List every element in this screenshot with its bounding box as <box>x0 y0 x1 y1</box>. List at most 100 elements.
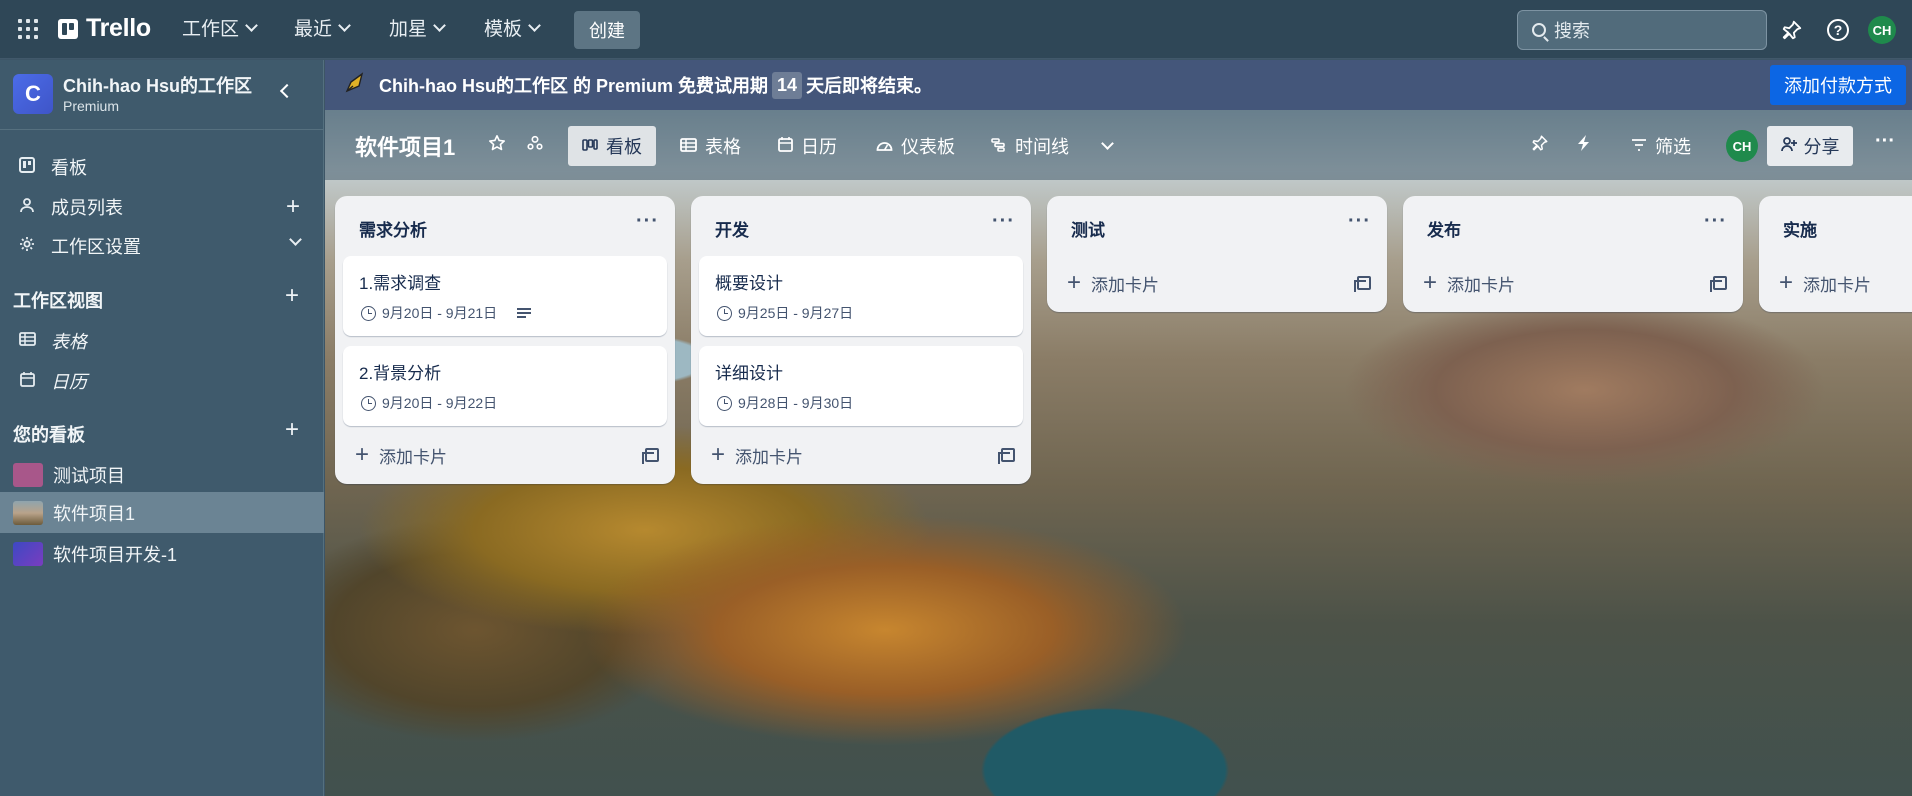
create-from-template-icon[interactable] <box>1710 276 1727 292</box>
help-icon[interactable]: ? <box>1827 19 1849 41</box>
person-icon <box>18 197 36 217</box>
add-card-button[interactable]: + 添加卡片 <box>1779 268 1871 298</box>
list-actions-icon[interactable]: ··· <box>1348 210 1371 233</box>
add-board-icon[interactable]: + <box>285 416 299 444</box>
filter-label: 筛选 <box>1655 137 1691 157</box>
list-title[interactable]: 开发 <box>715 216 749 241</box>
list-actions-icon[interactable]: ··· <box>1704 210 1727 233</box>
sidebar-item-label: 测试项目 <box>53 466 125 486</box>
list-title[interactable]: 发布 <box>1427 216 1461 241</box>
tab-label: 仪表板 <box>901 137 955 157</box>
sidebar-item-workspace-settings[interactable]: 工作区设置 <box>0 227 324 265</box>
workspace-avatar[interactable]: C <box>13 74 53 114</box>
card-title: 1.需求调查 <box>359 274 442 293</box>
create-from-template-icon[interactable] <box>1354 276 1371 292</box>
card-due-date[interactable]: 9月25日 - 9月27日 <box>717 303 853 323</box>
card-due-date[interactable]: 9月20日 - 9月21日 <box>361 303 532 323</box>
add-card-button[interactable]: + 添加卡片 <box>1067 268 1159 298</box>
sidebar-board-test-project[interactable]: 测试项目 <box>0 456 324 494</box>
sidebar-board-software-project-dev-1[interactable]: 软件项目开发-1 <box>0 535 324 573</box>
add-card-button[interactable]: + 添加卡片 <box>1423 268 1515 298</box>
more-views-chevron-icon[interactable] <box>1101 132 1114 153</box>
automation-icon[interactable] <box>1577 134 1591 157</box>
menu-recent-label: 最近 <box>294 19 333 40</box>
add-card-button[interactable]: + 添加卡片 <box>355 440 447 470</box>
filter-icon <box>1631 138 1647 154</box>
search-icon <box>1532 23 1546 37</box>
card-date-text: 9月20日 - 9月22日 <box>382 395 498 411</box>
trello-logo[interactable]: Trello <box>58 14 151 43</box>
board-menu-more-icon[interactable]: ··· <box>1875 130 1895 153</box>
share-button[interactable]: 分享 <box>1767 126 1853 166</box>
table-icon <box>680 137 697 155</box>
clock-icon <box>361 395 376 411</box>
sidebar-item-members[interactable]: 成员列表 + <box>0 188 324 226</box>
sidebar-item-label: 成员列表 <box>51 198 123 218</box>
sidebar-item-label: 软件项目1 <box>53 503 136 524</box>
chevron-down-icon <box>433 18 446 32</box>
tab-timeline[interactable]: 时间线 <box>977 126 1083 166</box>
card-requirements-survey[interactable]: 1.需求调查 9月20日 - 9月21日 <box>343 256 667 336</box>
card-background-analysis[interactable]: 2.背景分析 9月20日 - 9月22日 <box>343 346 667 426</box>
create-from-template-icon[interactable] <box>998 448 1015 464</box>
sidebar-item-table-view[interactable]: 表格 <box>0 322 324 360</box>
board-thumbnail <box>13 542 43 566</box>
sidebar-item-boards[interactable]: 看板 <box>0 148 324 186</box>
top-navigation-bar: Trello 工作区 最近 加星 模板 创建 搜索 ? CH <box>0 0 1912 59</box>
sidebar-board-software-project-1[interactable]: 软件项目1 <box>0 492 324 533</box>
plus-icon: + <box>1067 269 1082 296</box>
add-card-label: 添加卡片 <box>379 447 448 467</box>
menu-starred-label: 加星 <box>389 19 428 40</box>
menu-recent[interactable]: 最近 <box>294 14 351 41</box>
menu-workspaces[interactable]: 工作区 <box>182 14 258 41</box>
board-header: 软件项目1 看板 表格 日历 仪表板 时间线 筛选 CH 分享 ··· <box>325 110 1912 180</box>
chevron-down-icon <box>245 18 258 32</box>
create-button[interactable]: 创建 <box>574 11 640 49</box>
your-boards-heading: 您的看板 <box>13 425 85 445</box>
notifications-icon[interactable] <box>1780 18 1804 42</box>
chevron-down-icon[interactable] <box>289 233 302 246</box>
menu-templates[interactable]: 模板 <box>484 14 541 41</box>
card-title: 概要设计 <box>715 274 783 293</box>
board-thumbnail <box>13 463 43 487</box>
add-card-label: 添加卡片 <box>735 447 804 467</box>
tab-calendar[interactable]: 日历 <box>764 126 851 166</box>
card-due-date[interactable]: 9月28日 - 9月30日 <box>717 393 853 413</box>
card-title: 2.背景分析 <box>359 364 442 383</box>
filter-button[interactable]: 筛选 <box>1617 126 1705 166</box>
add-payment-button[interactable]: 添加付款方式 <box>1770 65 1906 105</box>
power-ups-icon[interactable] <box>1531 134 1549 157</box>
add-member-icon[interactable]: + <box>286 193 300 221</box>
board-icon <box>18 157 36 177</box>
board-member-avatar[interactable]: CH <box>1726 130 1758 162</box>
card-detailed-design[interactable]: 详细设计 9月28日 - 9月30日 <box>699 346 1023 426</box>
list-actions-icon[interactable]: ··· <box>992 210 1015 233</box>
list-title[interactable]: 测试 <box>1071 216 1105 241</box>
menu-starred[interactable]: 加星 <box>389 14 446 41</box>
tab-table[interactable]: 表格 <box>666 126 755 166</box>
sidebar-item-label: 工作区设置 <box>51 237 141 257</box>
collapse-sidebar-icon[interactable] <box>279 83 295 99</box>
workspace-name[interactable]: Chih-hao Hsu的工作区 <box>63 72 252 98</box>
search-placeholder: 搜索 <box>1554 21 1590 41</box>
list-title[interactable]: 需求分析 <box>359 216 427 241</box>
list-development: 开发 ··· 概要设计 9月25日 - 9月27日 详细设计 9月28日 - 9… <box>691 196 1031 484</box>
add-card-button[interactable]: + 添加卡片 <box>711 440 803 470</box>
card-due-date[interactable]: 9月20日 - 9月22日 <box>361 393 497 413</box>
create-from-template-icon[interactable] <box>642 448 659 464</box>
card-outline-design[interactable]: 概要设计 9月25日 - 9月27日 <box>699 256 1023 336</box>
tab-board[interactable]: 看板 <box>568 126 656 166</box>
sidebar-item-calendar-view[interactable]: 日历 <box>0 362 324 400</box>
tab-dashboard[interactable]: 仪表板 <box>862 126 969 166</box>
star-icon[interactable] <box>488 134 506 157</box>
list-title[interactable]: 实施 <box>1783 216 1817 241</box>
sidebar: C Chih-hao Hsu的工作区 Premium 看板 成员列表 + 工作区… <box>0 60 324 796</box>
list-actions-icon[interactable]: ··· <box>636 210 659 233</box>
avatar[interactable]: CH <box>1868 16 1896 44</box>
add-view-icon[interactable]: + <box>285 282 299 310</box>
search-input[interactable]: 搜索 <box>1517 10 1767 50</box>
board-title[interactable]: 软件项目1 <box>355 130 455 162</box>
workspace-visibility-icon[interactable] <box>526 134 544 157</box>
app-switcher-icon[interactable] <box>18 19 38 39</box>
plus-icon: + <box>1423 269 1438 296</box>
